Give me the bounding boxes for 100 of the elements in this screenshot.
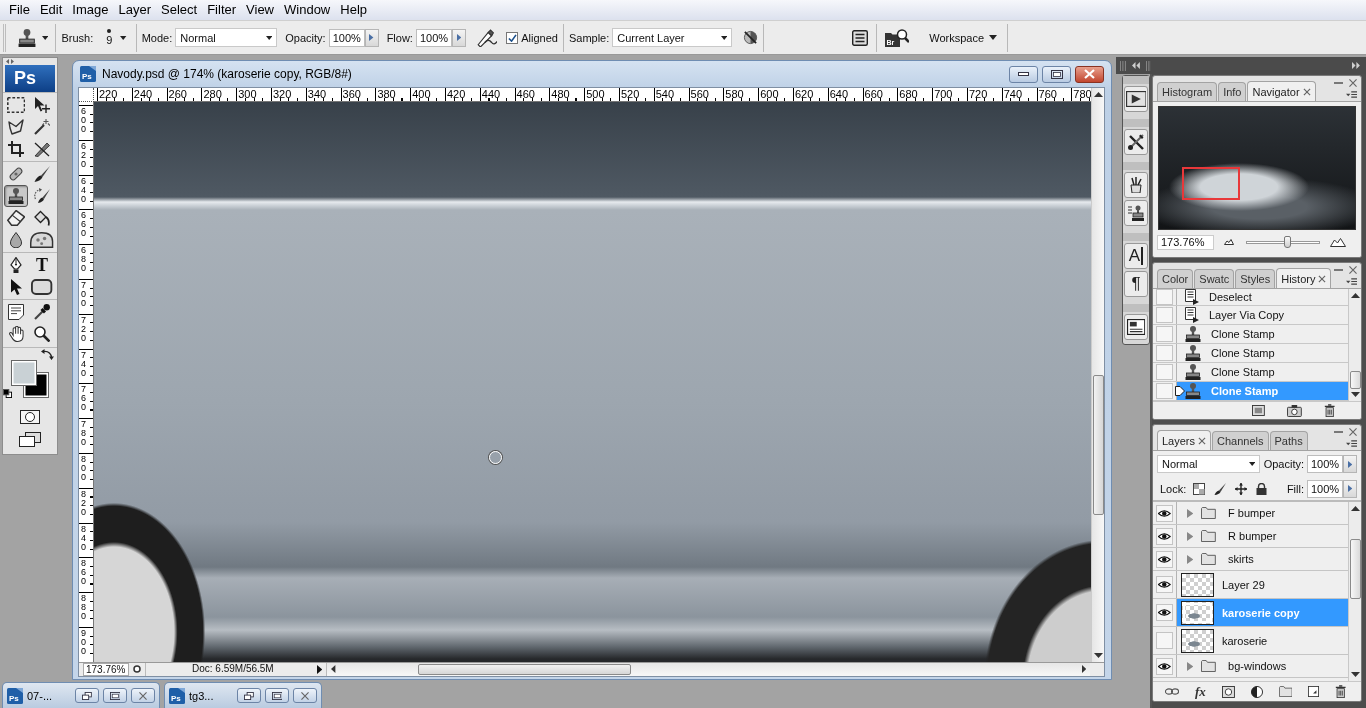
maximize-button[interactable] — [1042, 65, 1071, 83]
menu-item[interactable]: View — [241, 0, 279, 20]
trash-icon[interactable] — [1335, 685, 1347, 698]
panel-tab[interactable]: Info — [1218, 82, 1247, 101]
trash-icon[interactable] — [1323, 404, 1335, 417]
panel-tab[interactable]: Paths — [1269, 431, 1308, 450]
close-icon[interactable] — [1302, 87, 1311, 96]
scrollbar-thumb[interactable] — [1349, 371, 1361, 389]
opacity-field[interactable]: 100% — [328, 28, 365, 47]
document-frame-icon[interactable] — [1252, 405, 1265, 416]
zoom-field[interactable]: 173.76% — [83, 662, 129, 676]
close-icon[interactable] — [1349, 266, 1357, 274]
restore-button[interactable] — [75, 688, 99, 703]
camera-icon[interactable] — [1286, 404, 1302, 417]
panel-button[interactable] — [1124, 172, 1148, 198]
collapse-arrows-icon[interactable] — [6, 59, 14, 64]
tool-button[interactable] — [4, 185, 28, 207]
expand-triangle-icon[interactable] — [1187, 531, 1194, 541]
down-arrow-icon[interactable] — [1350, 392, 1360, 397]
opacity-field[interactable]: 100% — [1307, 455, 1343, 473]
brush-picker[interactable]: 9 — [106, 29, 131, 46]
scrollbar[interactable] — [1348, 502, 1361, 681]
list-row[interactable]: R bumper — [1177, 525, 1348, 547]
list-row[interactable]: Layer 29 — [1177, 571, 1348, 598]
minimized-window[interactable]: Ps 07-... — [2, 682, 160, 708]
aligned-checkbox[interactable] — [506, 31, 519, 44]
up-arrow-icon[interactable] — [1350, 293, 1360, 298]
maximize-button[interactable] — [265, 688, 289, 703]
mode-dropdown[interactable]: Normal — [175, 28, 278, 47]
menu-item[interactable]: Edit — [34, 0, 68, 20]
list-row[interactable]: F bumper — [1177, 502, 1348, 524]
visibility-toggle[interactable] — [1156, 504, 1173, 522]
list-row[interactable]: karoserie — [1177, 627, 1348, 654]
down-arrow-icon[interactable] — [1350, 672, 1360, 677]
menu-item[interactable]: Image — [67, 0, 114, 20]
close-icon[interactable] — [1349, 428, 1357, 436]
quick-mask-icon[interactable] — [20, 409, 40, 424]
visibility-toggle[interactable] — [1156, 527, 1173, 545]
panel-button[interactable] — [1124, 200, 1148, 226]
new-layer-icon[interactable] — [1308, 686, 1320, 697]
grip-icon[interactable] — [1120, 60, 1126, 71]
small-mountain-icon[interactable] — [1224, 239, 1234, 245]
panel-tab[interactable]: Layers — [1157, 430, 1212, 450]
history-state[interactable]: Clone Stamp — [1177, 363, 1348, 381]
grip-icon[interactable] — [1145, 60, 1152, 71]
history-state[interactable]: Deselect — [1177, 289, 1348, 305]
history-state[interactable]: Clone Stamp — [1177, 325, 1348, 343]
checkerboard-icon[interactable] — [1193, 482, 1206, 495]
panel-tab[interactable]: History — [1276, 268, 1332, 288]
swap-arrows-icon[interactable] — [41, 349, 54, 360]
sample-dropdown[interactable]: Current Layer — [612, 28, 733, 47]
tool-button[interactable]: T — [30, 254, 54, 276]
ruler-origin[interactable] — [79, 88, 94, 102]
zoom-slider-thumb[interactable] — [1284, 235, 1292, 248]
default-colors-icon[interactable] — [3, 389, 12, 398]
menu-item[interactable]: Layer — [113, 0, 157, 20]
tool-button[interactable] — [30, 276, 54, 298]
airbrush-icon[interactable] — [476, 28, 498, 47]
tool-button[interactable] — [4, 94, 28, 116]
tool-preset-picker[interactable] — [16, 28, 51, 47]
list-panel-icon[interactable] — [852, 29, 869, 46]
panel-tab[interactable]: Navigator — [1247, 81, 1316, 101]
close-button[interactable] — [131, 688, 155, 703]
right-arrow-icon[interactable] — [1081, 665, 1086, 674]
restore-button[interactable] — [237, 688, 261, 703]
expand-triangle-icon[interactable] — [1187, 661, 1194, 671]
up-arrow-icon[interactable] — [1093, 92, 1103, 97]
horizontal-scrollbar[interactable] — [326, 662, 1090, 676]
panel-tab[interactable]: Histogram — [1157, 82, 1218, 101]
panel-tab[interactable]: Styles — [1235, 269, 1276, 288]
list-row[interactable]: skirts — [1177, 548, 1348, 570]
slashed-circle-icon[interactable] — [743, 30, 759, 45]
chain-link-icon[interactable] — [1165, 688, 1179, 695]
large-mountain-icon[interactable] — [1330, 237, 1346, 247]
double-right-arrow-icon[interactable] — [1352, 62, 1360, 69]
mask-icon[interactable] — [1221, 685, 1235, 698]
visibility-toggle[interactable] — [1156, 657, 1173, 675]
close-button[interactable] — [293, 688, 317, 703]
menu-item[interactable]: Help — [335, 0, 372, 20]
padlock-icon[interactable] — [1256, 482, 1268, 495]
down-arrow-icon[interactable] — [1093, 652, 1103, 658]
tool-button[interactable] — [30, 229, 54, 251]
minimized-window[interactable]: Ps tg3... — [164, 682, 322, 708]
blend-mode-dropdown[interactable]: Normal — [1157, 455, 1260, 473]
workspace-button[interactable]: Workspace — [929, 31, 998, 44]
zoom-field[interactable]: 173.76% — [1157, 234, 1214, 250]
panel-button[interactable]: ¶ — [1124, 271, 1148, 297]
tool-button[interactable] — [4, 207, 28, 229]
panel-menu-icon[interactable] — [1345, 440, 1357, 447]
maximize-button[interactable] — [103, 688, 127, 703]
close-icon[interactable] — [1198, 436, 1207, 445]
menu-item[interactable]: Window — [279, 0, 336, 20]
vertical-scrollbar[interactable] — [1091, 88, 1104, 662]
panel-button[interactable] — [1124, 86, 1148, 112]
expand-triangle-icon[interactable] — [1187, 508, 1194, 518]
visibility-toggle[interactable] — [1156, 576, 1173, 593]
up-arrow-icon[interactable] — [1350, 506, 1360, 511]
panel-tab[interactable]: Channels — [1212, 431, 1269, 450]
flow-field[interactable]: 100% — [415, 28, 452, 47]
color-swatches[interactable] — [11, 360, 49, 398]
